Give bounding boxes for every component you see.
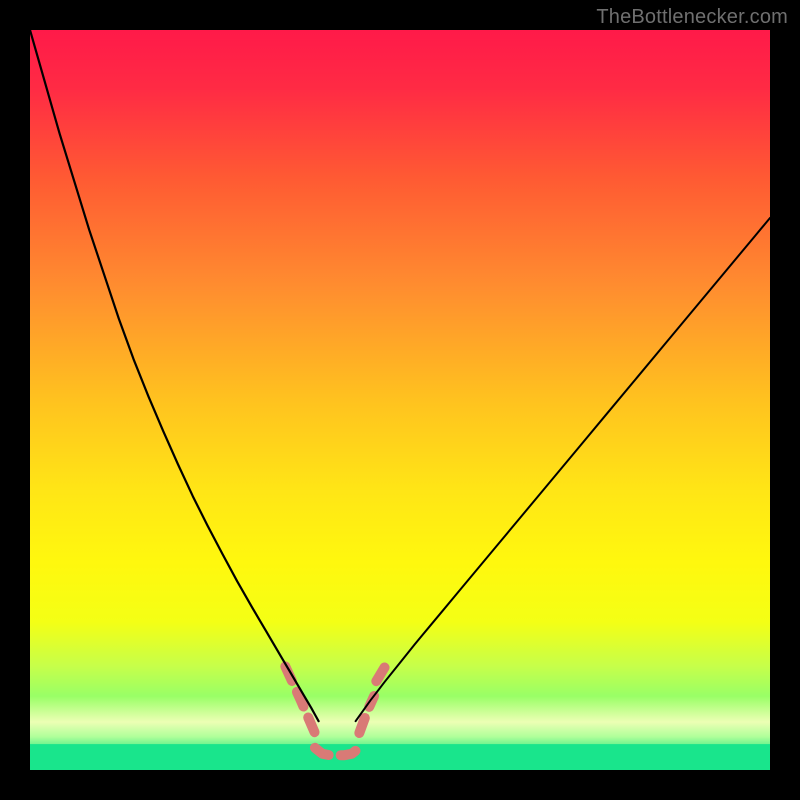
chart-frame: TheBottlenecker.com bbox=[0, 0, 800, 800]
plot-area bbox=[30, 30, 770, 770]
green-band bbox=[30, 744, 770, 770]
watermark-label: TheBottlenecker.com bbox=[596, 6, 788, 29]
bottleneck-chart bbox=[30, 30, 770, 770]
gradient-background bbox=[30, 30, 770, 770]
